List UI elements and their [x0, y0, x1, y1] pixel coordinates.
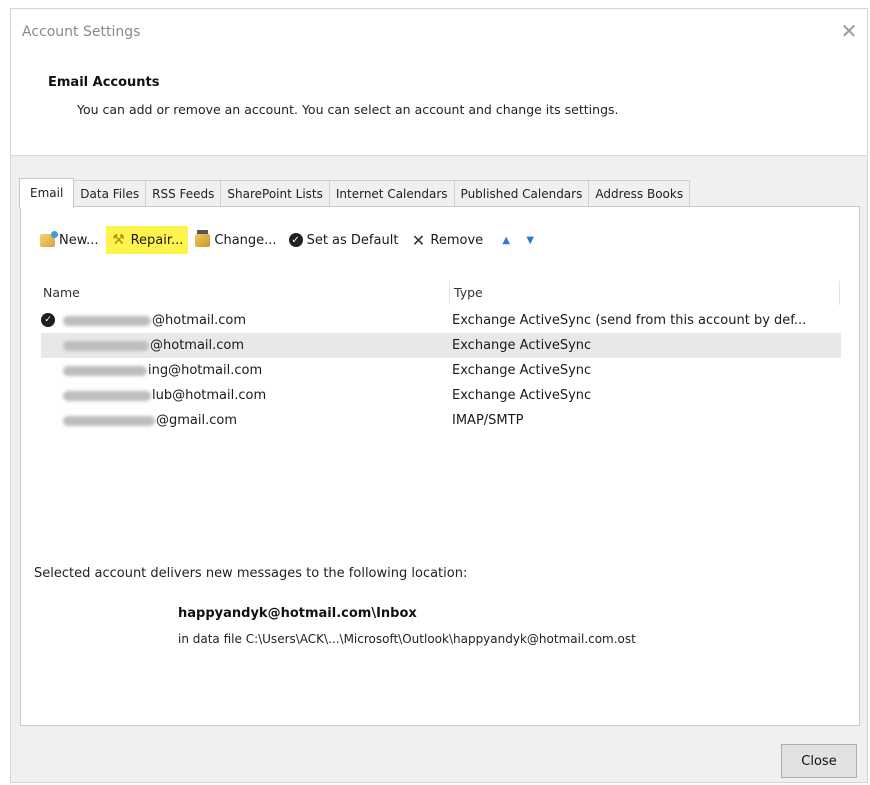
header-section: Email Accounts You can add or remove an … [11, 59, 867, 156]
account-name: @hotmail.com [63, 333, 244, 358]
delivery-location-label: Selected account delivers new messages t… [34, 566, 468, 581]
account-type: Exchange ActiveSync [452, 388, 592, 403]
change-button[interactable]: Change... [190, 226, 281, 254]
redacted-text [63, 340, 149, 351]
account-type: Exchange ActiveSync [452, 363, 592, 378]
redacted-text [63, 390, 151, 401]
account-name: ing@hotmail.com [63, 358, 262, 383]
tab-data-files[interactable]: Data Files [73, 180, 147, 207]
account-row[interactable]: lub@hotmail.com Exchange ActiveSync [41, 383, 841, 408]
new-button-label: New... [59, 232, 99, 248]
remove-button[interactable]: ✕ Remove [405, 226, 488, 254]
tab-rss-feeds[interactable]: RSS Feeds [145, 180, 222, 207]
new-account-icon [40, 230, 58, 247]
section-title: Email Accounts [48, 75, 160, 90]
tab-strip: Email Data Files RSS Feeds SharePoint Li… [19, 178, 691, 208]
column-header-name[interactable]: Name [43, 281, 439, 305]
title-bar: Account Settings ✕ [11, 9, 867, 59]
account-type: IMAP/SMTP [452, 413, 524, 428]
repair-tools-icon: ⚒ [112, 232, 125, 248]
section-description: You can add or remove an account. You ca… [77, 102, 619, 117]
move-up-arrow-icon[interactable]: ▲ [498, 232, 514, 248]
remove-x-icon: ✕ [411, 230, 426, 250]
tab-address-books[interactable]: Address Books [588, 180, 691, 207]
set-default-button[interactable]: ✓ Set as Default [284, 226, 404, 254]
close-icon[interactable]: ✕ [837, 19, 861, 43]
account-name: @gmail.com [63, 408, 237, 433]
default-account-check-icon: ✓ [41, 313, 55, 327]
account-row[interactable]: @gmail.com IMAP/SMTP [41, 408, 841, 433]
set-default-button-label: Set as Default [306, 232, 399, 248]
window-title: Account Settings [22, 24, 141, 40]
new-button[interactable]: New... [35, 226, 104, 254]
email-tab-panel: New... ⚒ Repair... Change... ✓ Set as De… [20, 206, 860, 726]
account-type: Exchange ActiveSync (send from this acco… [452, 313, 807, 328]
tab-internet-calendars[interactable]: Internet Calendars [328, 180, 455, 207]
redacted-text [63, 365, 147, 376]
remove-button-label: Remove [430, 232, 484, 248]
column-header-type[interactable]: Type [449, 281, 852, 305]
account-list: ✓ @hotmail.com Exchange ActiveSync (send… [41, 308, 841, 433]
checkmark-circle-icon: ✓ [288, 233, 303, 247]
change-account-icon [195, 229, 211, 247]
repair-button[interactable]: ⚒ Repair... [105, 226, 189, 254]
account-toolbar: New... ⚒ Repair... Change... ✓ Set as De… [35, 225, 538, 255]
tab-published-calendars[interactable]: Published Calendars [453, 180, 590, 207]
column-divider [839, 281, 840, 305]
change-button-label: Change... [214, 232, 277, 248]
move-down-arrow-icon[interactable]: ▼ [522, 232, 538, 248]
tab-sharepoint-lists[interactable]: SharePoint Lists [220, 180, 330, 207]
redacted-text [63, 415, 155, 426]
account-row[interactable]: ✓ @hotmail.com Exchange ActiveSync (send… [41, 308, 841, 333]
tab-email[interactable]: Email [19, 178, 75, 208]
repair-button-label: Repair... [130, 232, 184, 248]
account-row-selected[interactable]: @hotmail.com Exchange ActiveSync [41, 333, 841, 358]
account-settings-dialog: Account Settings ✕ Email Accounts You ca… [10, 8, 868, 783]
delivery-folder-path: happyandyk@hotmail.com\Inbox [178, 606, 417, 621]
account-name: lub@hotmail.com [63, 383, 266, 408]
close-button[interactable]: Close [781, 744, 857, 778]
redacted-text [63, 315, 151, 326]
account-type: Exchange ActiveSync [452, 338, 592, 353]
account-row[interactable]: ing@hotmail.com Exchange ActiveSync [41, 358, 841, 383]
data-file-path: in data file C:\Users\ACK\...\Microsoft\… [178, 632, 636, 646]
account-name: @hotmail.com [63, 308, 246, 333]
